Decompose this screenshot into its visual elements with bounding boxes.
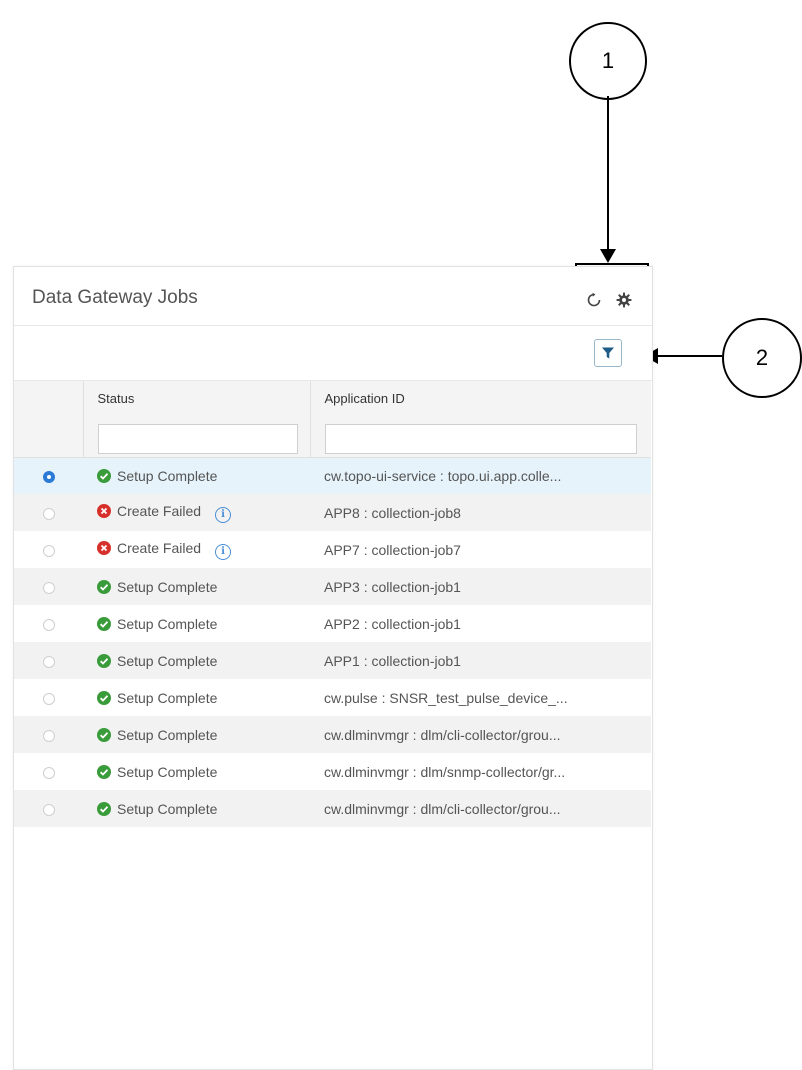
table-row[interactable]: Create Failed i APP8 : collection-job8 <box>14 494 651 531</box>
status-cell: Create Failed i <box>83 531 310 568</box>
status-text: Setup Complete <box>117 467 218 484</box>
row-radio[interactable] <box>42 507 55 520</box>
row-select-cell <box>14 790 83 827</box>
app-id-cell: APP7 : collection-job7 <box>324 541 461 558</box>
table-row[interactable]: Setup Complete cw.pulse : SNSR_test_pulse… <box>14 679 651 716</box>
status-cell: Setup Complete <box>83 605 310 642</box>
status-text: Setup Complete <box>117 800 218 817</box>
row-select-cell <box>14 753 83 790</box>
check-circle-icon <box>97 801 111 816</box>
app-id-cell: APP3 : collection-job1 <box>324 578 461 595</box>
table-body: Setup Complete cw.topo-ui-service : topo.… <box>14 457 651 827</box>
data-gateway-jobs-panel: Data Gateway Jobs Status Application ID … <box>13 266 653 1070</box>
status-filter-input[interactable] <box>97 424 298 454</box>
row-radio[interactable] <box>42 803 55 816</box>
callout-1-line <box>607 96 609 251</box>
error-circle-icon <box>97 540 111 555</box>
app-id-column-header: Application ID <box>310 381 651 458</box>
app-id-cell: cw.dlminvmgr : dlm/cli-collector/grou... <box>324 726 561 743</box>
status-text: Setup Complete <box>117 726 218 743</box>
status-text: Setup Complete <box>117 578 218 595</box>
app-id-header-label: Application ID <box>324 391 405 406</box>
row-radio[interactable] <box>42 581 55 594</box>
check-circle-icon <box>97 690 111 705</box>
app-id-filter-input[interactable] <box>324 424 637 454</box>
row-select-cell <box>14 642 83 679</box>
status-text: Setup Complete <box>117 652 218 669</box>
row-radio[interactable] <box>42 618 55 631</box>
row-select-cell <box>14 457 83 494</box>
table-row[interactable]: Setup Complete cw.dlminvmgr : dlm/cli-col… <box>14 790 651 827</box>
check-circle-icon <box>97 616 111 631</box>
status-column-header: Status <box>83 381 311 458</box>
table-row[interactable]: Setup Complete APP2 : collection-job1 <box>14 605 651 642</box>
row-radio[interactable] <box>42 729 55 742</box>
table-row[interactable]: Setup Complete cw.dlminvmgr : dlm/snmp-co… <box>14 753 651 790</box>
app-id-cell: APP1 : collection-job1 <box>324 652 461 669</box>
check-circle-icon <box>97 468 111 483</box>
status-text: Create Failed <box>117 502 202 519</box>
status-text: Setup Complete <box>117 689 218 706</box>
jobs-table: Status Application ID Setup Complete cw.t… <box>14 381 651 827</box>
panel-toolbar <box>14 326 652 381</box>
row-select-cell <box>14 494 83 531</box>
status-cell: Setup Complete <box>83 642 310 679</box>
table-row[interactable]: Create Failed i APP7 : collection-job7 <box>14 531 651 568</box>
status-text: Create Failed <box>117 539 202 556</box>
table-header-row: Status Application ID <box>14 381 651 458</box>
table-row[interactable]: Setup Complete APP3 : collection-job1 <box>14 568 651 605</box>
select-column-header <box>14 381 84 458</box>
table-row[interactable]: Setup Complete cw.topo-ui-service : topo.… <box>14 457 651 494</box>
row-radio[interactable] <box>42 471 55 484</box>
table-row[interactable]: Setup Complete cw.dlminvmgr : dlm/cli-col… <box>14 716 651 753</box>
row-radio[interactable] <box>42 766 55 779</box>
row-select-cell <box>14 568 83 605</box>
status-header-label: Status <box>97 391 135 406</box>
check-circle-icon <box>97 653 111 668</box>
status-cell: Setup Complete <box>83 679 310 716</box>
app-id-cell: APP2 : collection-job1 <box>324 615 461 632</box>
panel-title: Data Gateway Jobs <box>32 287 198 308</box>
status-cell: Setup Complete <box>83 753 310 790</box>
info-icon[interactable]: i <box>215 543 232 560</box>
status-cell: Setup Complete <box>83 568 310 605</box>
app-id-cell: APP8 : collection-job8 <box>324 504 461 521</box>
filter-button[interactable] <box>594 339 622 367</box>
row-select-cell <box>14 531 83 568</box>
check-circle-icon <box>97 764 111 779</box>
callout-1-arrowhead <box>600 249 616 263</box>
app-id-cell: cw.topo-ui-service : topo.ui.app.colle..… <box>324 467 562 484</box>
app-id-cell: cw.dlminvmgr : dlm/snmp-collector/gr... <box>324 763 566 780</box>
app-id-cell: cw.dlminvmgr : dlm/cli-collector/grou... <box>324 800 561 817</box>
status-text: Setup Complete <box>117 615 218 632</box>
status-cell: Setup Complete <box>83 790 310 827</box>
callout-2: 2 <box>722 318 802 398</box>
status-cell: Setup Complete <box>83 716 310 753</box>
callout-2-line <box>656 355 722 357</box>
callout-1: 1 <box>569 22 647 100</box>
table-row[interactable]: Setup Complete APP1 : collection-job1 <box>14 642 651 679</box>
check-circle-icon <box>97 579 111 594</box>
row-select-cell <box>14 679 83 716</box>
row-radio[interactable] <box>42 655 55 668</box>
app-id-cell: cw.pulse : SNSR_test_pulse_device_... <box>324 689 568 706</box>
check-circle-icon <box>97 727 111 742</box>
info-icon[interactable]: i <box>215 506 232 523</box>
row-select-cell <box>14 716 83 753</box>
panel-header: Data Gateway Jobs <box>14 267 652 326</box>
status-cell: Create Failed i <box>83 494 310 531</box>
status-text: Setup Complete <box>117 763 218 780</box>
row-radio[interactable] <box>42 544 55 557</box>
filter-icon <box>602 347 614 359</box>
row-radio[interactable] <box>42 692 55 705</box>
status-cell: Setup Complete <box>83 457 310 494</box>
error-circle-icon <box>97 503 111 518</box>
row-select-cell <box>14 605 83 642</box>
refresh-icon[interactable] <box>586 292 602 308</box>
gear-icon[interactable] <box>616 292 632 308</box>
